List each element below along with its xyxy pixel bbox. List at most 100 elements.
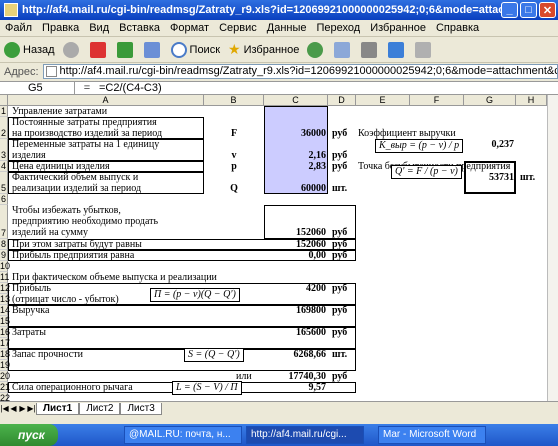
cell-c16[interactable]: 165600 — [264, 327, 328, 338]
cell-d8[interactable]: руб — [330, 239, 349, 250]
column-header-h[interactable]: H — [516, 95, 547, 106]
menu-view[interactable]: Вид — [84, 22, 114, 34]
sheet-tab-2[interactable]: Лист2 — [79, 402, 121, 415]
cell-a7-line2[interactable]: предприятию необходимо продать — [10, 216, 160, 227]
history-button[interactable] — [303, 39, 330, 61]
column-header-b[interactable]: B — [204, 95, 264, 106]
select-all-corner[interactable] — [0, 95, 8, 106]
cell-a2-line2[interactable]: на производство изделий за период — [10, 128, 164, 139]
start-button[interactable]: пуск — [0, 424, 58, 446]
refresh-button[interactable] — [113, 39, 140, 61]
cell-a12[interactable]: Прибыль — [10, 283, 53, 294]
column-header-g[interactable]: G — [464, 95, 516, 106]
row-header[interactable]: 16 — [0, 327, 10, 338]
cell-h5[interactable]: шт. — [518, 172, 537, 183]
maximize-button[interactable]: □ — [520, 2, 537, 18]
column-header-c[interactable]: C — [264, 95, 328, 106]
cell-a14[interactable]: Выручка — [10, 305, 51, 316]
cell-c5[interactable]: 60000 — [264, 183, 328, 194]
next-sheet-icon[interactable]: ▶ — [18, 404, 27, 413]
favorites-button[interactable]: ★ Избранное — [224, 39, 303, 61]
row-header[interactable]: 20 — [0, 371, 10, 382]
cell-a21[interactable]: Сила операционного рычага — [10, 382, 135, 393]
cell-d5[interactable]: шт. — [330, 183, 349, 194]
cell-a3-line2[interactable]: изделия — [10, 150, 48, 161]
cell-a4[interactable]: Цена единицы изделия — [10, 161, 112, 172]
mail-button[interactable] — [330, 39, 357, 61]
cell-b4[interactable]: p — [204, 161, 264, 172]
row-header[interactable]: 8 — [0, 239, 8, 250]
cell-a9[interactable]: Прибыль предприятия равна — [10, 250, 136, 261]
cell-a18[interactable]: Запас прочности — [10, 349, 85, 360]
print-button[interactable] — [357, 39, 384, 61]
back-button[interactable]: Назад — [0, 39, 59, 61]
cell-c8[interactable]: 152060 — [264, 239, 328, 250]
cell-c3[interactable]: 2,16 — [264, 150, 328, 161]
cell-c21[interactable]: 9,57 — [264, 382, 328, 393]
cell-c2[interactable]: 36000 — [264, 128, 328, 139]
cell-c20[interactable]: 17740,30 — [264, 371, 328, 382]
row-header[interactable]: 10 — [0, 261, 10, 272]
cell-d3[interactable]: руб — [330, 150, 349, 161]
minimize-button[interactable]: _ — [501, 2, 518, 18]
cell-d12[interactable]: руб — [330, 283, 349, 294]
cell-a2-line1[interactable]: Постоянные затраты предприятия — [10, 117, 159, 128]
row-header[interactable]: 7 — [0, 205, 8, 239]
row-header[interactable]: 11 — [0, 272, 9, 283]
cell-a1[interactable]: Управление затратами — [10, 106, 109, 117]
vertical-scrollbar[interactable] — [547, 95, 558, 401]
menu-help[interactable]: Справка — [431, 22, 484, 34]
row-header[interactable]: 14 — [0, 305, 10, 316]
cell-a11[interactable]: При фактическом объеме выпуска и реализа… — [10, 272, 219, 283]
row-header[interactable]: 21 — [0, 382, 10, 393]
cell-g5[interactable]: 53731 — [464, 172, 516, 183]
row-header[interactable]: 22 — [0, 393, 10, 401]
cell-a8[interactable]: При этом затраты будут равны — [10, 239, 144, 250]
cell-e2[interactable]: Коэффициент выручки — [356, 128, 458, 139]
row-header[interactable]: 13 — [0, 294, 10, 305]
cell-d16[interactable]: руб — [330, 327, 349, 338]
menu-tools[interactable]: Сервис — [214, 22, 262, 34]
row-header[interactable]: 2 — [0, 117, 8, 139]
close-button[interactable]: ✕ — [539, 2, 556, 18]
row-header[interactable]: 17 — [0, 338, 10, 349]
edit-button[interactable] — [384, 39, 411, 61]
column-header-e[interactable]: E — [356, 95, 410, 106]
cell-d9[interactable]: руб — [330, 250, 349, 261]
cell-c18[interactable]: 6268,66 — [264, 349, 328, 360]
sheet-tab-1[interactable]: Лист1 — [36, 402, 80, 415]
menu-format[interactable]: Формат — [165, 22, 214, 34]
cell-c12[interactable]: 4200 — [264, 283, 328, 294]
cell-c14[interactable]: 169800 — [264, 305, 328, 316]
task-ie-window[interactable]: http://af4.mail.ru/cgi... — [246, 426, 364, 444]
row-header[interactable]: 3 — [0, 139, 8, 161]
stop-button[interactable] — [86, 39, 113, 61]
row-header[interactable]: 15 — [0, 316, 10, 327]
cell-c4[interactable]: 2,83 — [264, 161, 328, 172]
sheet-tab-3[interactable]: Лист3 — [120, 402, 162, 415]
menu-edit[interactable]: Правка — [37, 22, 84, 34]
task-word[interactable]: Mar - Microsoft Word — [378, 426, 486, 444]
discuss-button[interactable] — [411, 39, 438, 61]
cell-g3[interactable]: 0,237 — [464, 139, 516, 150]
search-button[interactable]: Поиск — [167, 39, 224, 61]
first-sheet-icon[interactable]: |◀ — [0, 404, 9, 413]
column-header-d[interactable]: D — [328, 95, 356, 106]
cell-a7-line3[interactable]: изделий на сумму — [10, 227, 90, 238]
row-header[interactable]: 1 — [0, 106, 8, 117]
name-box[interactable]: G5 — [0, 81, 75, 95]
menu-go[interactable]: Переход — [312, 22, 366, 34]
row-header[interactable]: 4 — [0, 161, 8, 172]
formula-input[interactable]: =C2/(C4-C3) — [99, 82, 162, 94]
prev-sheet-icon[interactable]: ◀ — [9, 404, 18, 413]
task-mailru[interactable]: @MAIL.RU: почта, н... — [124, 426, 242, 444]
cell-a7-line1[interactable]: Чтобы избежать убытков, — [10, 205, 123, 216]
cell-b3[interactable]: v — [204, 150, 264, 161]
row-header[interactable]: 6 — [0, 194, 8, 205]
last-sheet-icon[interactable]: ▶| — [27, 404, 36, 413]
cell-a5-line1[interactable]: Фактический объем выпуск и — [10, 172, 140, 183]
cell-a16[interactable]: Затраты — [10, 327, 48, 338]
cell-a5-line2[interactable]: реализации изделий за период — [10, 183, 143, 194]
menu-file[interactable]: Файл — [0, 22, 37, 34]
cell-b5[interactable]: Q — [204, 183, 264, 194]
